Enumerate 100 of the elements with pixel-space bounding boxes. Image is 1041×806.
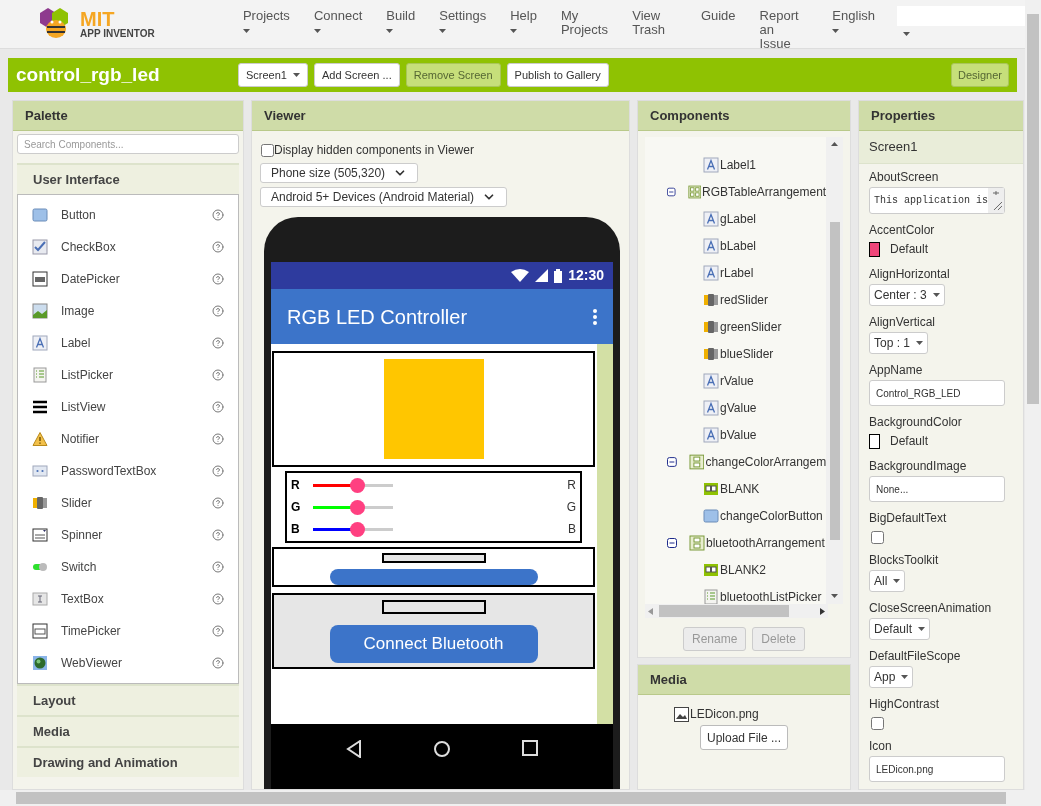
tree-item[interactable]: RGBTableArrangement <box>645 178 827 205</box>
nav-menu-item[interactable]: English <box>820 9 887 33</box>
tree-item[interactable]: bLabel <box>645 232 827 259</box>
help-icon[interactable] <box>212 273 224 285</box>
nav-menu-item[interactable]: Settings <box>427 9 499 33</box>
tree-item[interactable]: bValue <box>645 421 827 448</box>
about-screen-field[interactable]: This application is <box>869 187 1005 214</box>
help-icon[interactable] <box>212 625 224 637</box>
palette-category[interactable]: Media <box>17 715 239 746</box>
palette-item[interactable]: TimePicker <box>18 615 238 647</box>
toolbar-button[interactable]: Add Screen ... <box>314 63 400 87</box>
property-checkbox[interactable] <box>871 531 884 544</box>
slider-thumb[interactable] <box>350 499 365 515</box>
property-dropdown[interactable]: Top : 1 <box>869 332 929 354</box>
recents-icon[interactable] <box>521 740 538 756</box>
media-file[interactable]: LEDicon.png <box>674 705 850 723</box>
help-icon[interactable] <box>212 561 224 573</box>
hidden-components-checkbox[interactable] <box>261 143 274 157</box>
upload-file-button[interactable]: Upload File ... <box>699 725 788 750</box>
property-dropdown[interactable]: App <box>869 666 914 688</box>
help-icon[interactable] <box>212 497 224 509</box>
help-icon[interactable] <box>212 369 224 381</box>
palette-item[interactable]: Notifier <box>18 423 238 455</box>
palette-item[interactable]: Switch <box>18 551 238 583</box>
slider-thumb[interactable] <box>350 477 365 493</box>
help-icon[interactable] <box>212 657 224 669</box>
palette-item[interactable]: Label <box>18 327 238 359</box>
help-icon[interactable] <box>212 465 224 477</box>
nav-menu-item[interactable]: Build <box>374 9 428 33</box>
palette-item[interactable]: TextBox <box>18 583 238 615</box>
tree-item[interactable]: redSlider <box>645 286 827 313</box>
nav-menu-item[interactable]: Help <box>498 9 549 33</box>
palette-item[interactable]: Button <box>18 199 238 231</box>
designer-button[interactable]: Designer <box>950 63 1009 87</box>
scroll-right-icon[interactable] <box>820 607 825 615</box>
page-horizontal-scrollbar[interactable] <box>0 790 1041 806</box>
nav-menu-item[interactable]: Projects <box>230 9 302 33</box>
color-picker[interactable]: Default <box>869 240 929 258</box>
collapse-icon[interactable] <box>667 537 677 548</box>
tree-item[interactable]: BLANK <box>645 475 827 502</box>
tree-item[interactable]: Label1 <box>645 151 827 178</box>
connect-bluetooth-button[interactable]: Connect Bluetooth <box>329 625 538 663</box>
property-checkbox[interactable] <box>871 717 884 730</box>
palette-item[interactable]: CheckBox <box>18 231 238 263</box>
back-icon[interactable] <box>346 740 363 758</box>
nav-menu-item[interactable]: Connect <box>301 9 375 33</box>
screen-dropdown[interactable]: Screen1 <box>238 63 308 87</box>
property-text-field[interactable]: None... <box>869 476 1005 502</box>
page-vertical-scrollbar[interactable] <box>1025 0 1041 790</box>
tree-item[interactable]: greenSlider <box>645 313 827 340</box>
nav-menu-item[interactable]: My Projects <box>548 9 621 37</box>
nav-menu-item[interactable]: View Trash <box>620 9 689 37</box>
palette-item[interactable]: DatePicker <box>18 263 238 295</box>
toolbar-button[interactable]: Publish to Gallery <box>506 63 609 87</box>
horizontal-scrollbar[interactable] <box>645 604 828 618</box>
property-dropdown[interactable]: Default <box>869 618 931 640</box>
nav-menu-item[interactable]: Guide <box>688 9 748 23</box>
help-icon[interactable] <box>212 529 224 541</box>
palette-item[interactable]: WebViewer <box>18 647 238 679</box>
nav-menu-item[interactable]: Report an Issue <box>747 9 821 51</box>
help-icon[interactable] <box>212 593 224 605</box>
tree-item[interactable]: rValue <box>645 367 827 394</box>
palette-item[interactable]: Spinner <box>18 519 238 551</box>
more-options-icon[interactable] <box>593 308 597 325</box>
collapse-icon[interactable] <box>667 186 676 197</box>
help-icon[interactable] <box>212 337 224 349</box>
slider-thumb[interactable] <box>350 521 365 537</box>
property-text-field[interactable]: LEDicon.png <box>869 756 1005 782</box>
tree-item[interactable]: BLANK2 <box>645 556 827 583</box>
help-icon[interactable] <box>212 401 224 413</box>
palette-item[interactable]: Image <box>18 295 238 327</box>
tree-item[interactable]: changeColorButton <box>645 502 827 529</box>
tree-item[interactable]: changeColorArrangem <box>645 448 827 475</box>
palette-item[interactable]: Slider <box>18 487 238 519</box>
tree-item[interactable]: rLabel <box>645 259 827 286</box>
help-icon[interactable] <box>212 433 224 445</box>
property-dropdown[interactable]: All <box>869 570 906 592</box>
tree-item[interactable]: bluetoothArrangement <box>645 529 827 556</box>
palette-category[interactable]: User Interface <box>17 163 239 194</box>
tree-item[interactable]: gValue <box>645 394 827 421</box>
palette-item[interactable]: ListPicker <box>18 359 238 391</box>
help-icon[interactable] <box>212 305 224 317</box>
help-icon[interactable] <box>212 241 224 253</box>
home-icon[interactable] <box>433 740 451 758</box>
palette-category[interactable]: Drawing and Animation <box>17 746 239 777</box>
select-dropdown[interactable]: Android 5+ Devices (Android Material) <box>260 187 508 207</box>
tree-item[interactable]: bluetoothListPicker <box>645 583 827 604</box>
scroll-left-icon[interactable] <box>648 607 653 615</box>
property-dropdown[interactable]: Center : 3 <box>869 284 945 306</box>
palette-item[interactable]: PasswordTextBox <box>18 455 238 487</box>
tree-item[interactable]: gLabel <box>645 205 827 232</box>
collapse-icon[interactable] <box>667 456 677 467</box>
tree-item[interactable]: blueSlider <box>645 340 827 367</box>
palette-category[interactable]: Layout <box>17 684 239 715</box>
select-dropdown[interactable]: Phone size (505,320) <box>260 163 419 183</box>
palette-item[interactable]: ListView <box>18 391 238 423</box>
resize-handle-icon[interactable] <box>988 188 1004 213</box>
vertical-scrollbar[interactable] <box>826 137 843 604</box>
help-icon[interactable] <box>212 209 224 221</box>
property-text-field[interactable]: Control_RGB_LED <box>869 380 1005 406</box>
